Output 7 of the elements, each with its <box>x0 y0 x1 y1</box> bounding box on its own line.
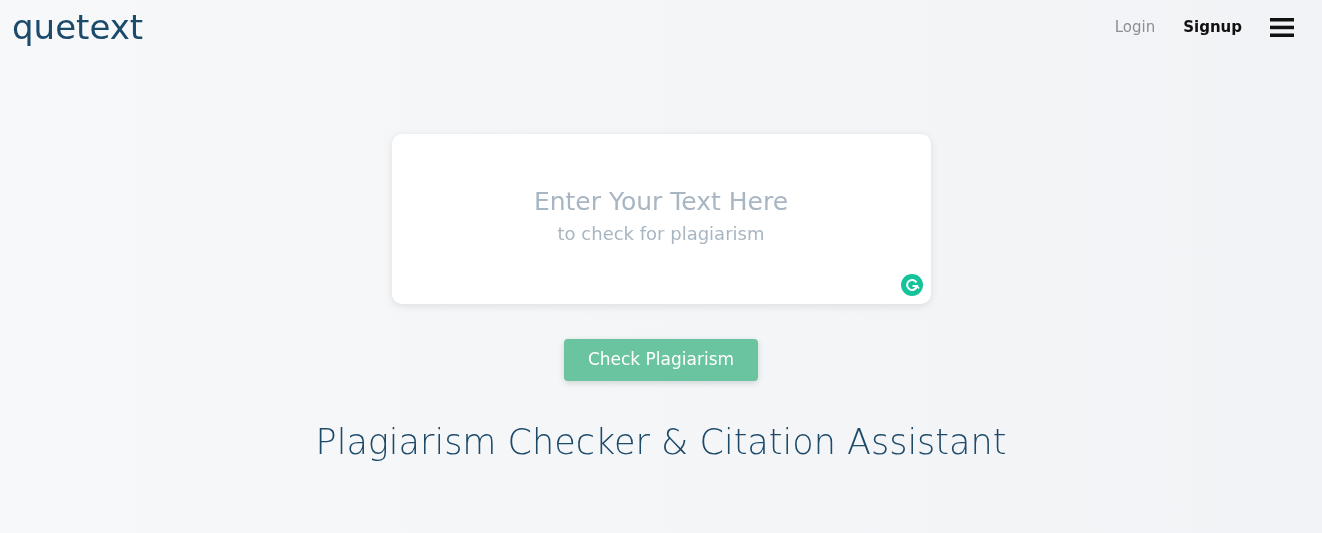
page-heading: Plagiarism Checker & Citation Assistant <box>315 420 1007 463</box>
text-input-field[interactable]: Enter Your Text Here to check for plagiarism <box>391 134 931 304</box>
check-plagiarism-button[interactable]: Check Plagiarism <box>563 339 759 381</box>
menu-icon[interactable] <box>1270 17 1294 37</box>
login-link[interactable]: Login <box>1114 15 1156 39</box>
signup-link[interactable]: Signup <box>1183 15 1242 39</box>
logo[interactable]: quetext <box>12 10 144 44</box>
